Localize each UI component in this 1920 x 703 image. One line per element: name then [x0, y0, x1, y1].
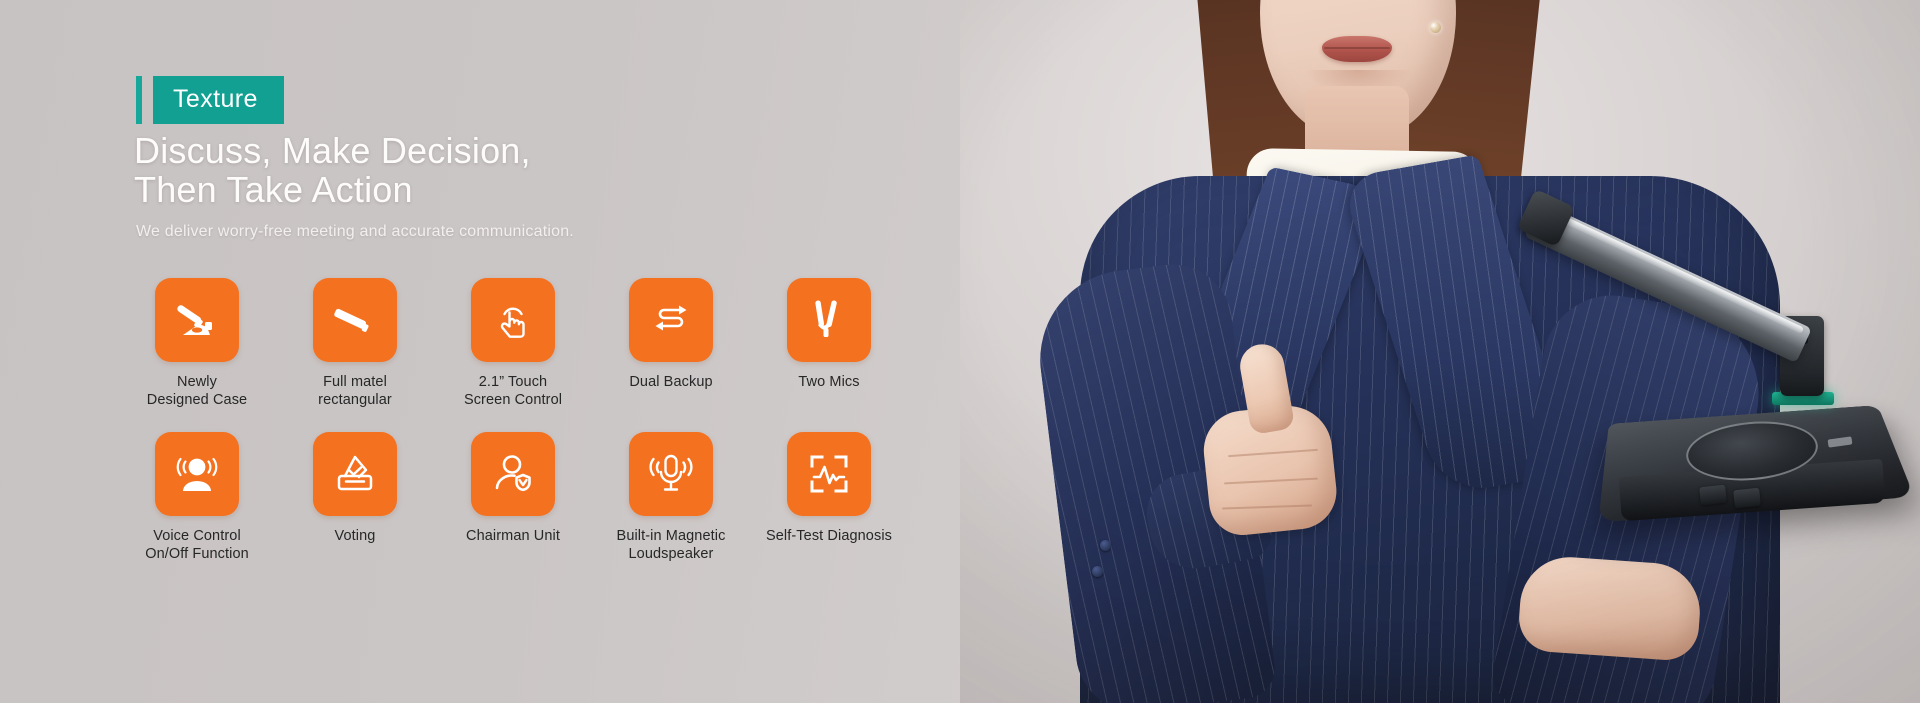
- feature-tile: [629, 431, 713, 516]
- feature-tile: [155, 431, 239, 516]
- texture-badge: Texture: [136, 76, 284, 124]
- feature-label: Voice Control On/Off Function: [145, 527, 249, 562]
- feature-label: 2.1” Touch Screen Control: [463, 374, 563, 408]
- metal-bar-icon: [332, 297, 378, 343]
- microphone-waves-icon: [648, 451, 694, 497]
- feature-row-2: Voice Control On/Off Function Voting Cha…: [118, 431, 948, 564]
- badge-spacer: [142, 76, 153, 124]
- feature-label: Self-Test Diagnosis: [765, 527, 892, 544]
- feature-row-1: Newly Designed Case Full matel rectangul…: [118, 278, 948, 410]
- person-verified-icon: [490, 451, 536, 497]
- banner-content: Texture Discuss, Make Decision, Then Tak…: [0, 0, 1000, 703]
- feature-voting[interactable]: Voting: [276, 431, 434, 564]
- feature-label: Newly Designed Case: [146, 374, 248, 408]
- feature-grid: Newly Designed Case Full matel rectangul…: [118, 278, 948, 564]
- page-title: Discuss, Make Decision, Then Take Action: [134, 130, 531, 211]
- product-photo: [960, 0, 1920, 703]
- feature-tile: [787, 278, 871, 362]
- feature-self-test-diagnosis[interactable]: Self-Test Diagnosis: [750, 431, 908, 564]
- feature-tile: [313, 431, 397, 516]
- badge-box: Texture: [153, 76, 284, 124]
- two-mics-icon: [806, 297, 852, 343]
- feature-tile: [155, 278, 239, 362]
- feature-magnetic-loudspeaker[interactable]: Built-in Magnetic Loudspeaker: [592, 431, 750, 564]
- feature-dual-backup[interactable]: Dual Backup: [592, 278, 750, 410]
- badge-label: Texture: [173, 85, 258, 113]
- dual-arrows-icon: [648, 297, 694, 343]
- feature-label: Dual Backup: [629, 374, 713, 390]
- feature-tile: [787, 431, 871, 516]
- feature-label: Two Mics: [798, 374, 860, 390]
- feature-label: Voting: [334, 527, 376, 544]
- product-feature-banner: Texture Discuss, Make Decision, Then Tak…: [0, 0, 1920, 703]
- photo-vignette: [960, 0, 1920, 703]
- feature-touch-screen-control[interactable]: 2.1” Touch Screen Control: [434, 278, 592, 410]
- feature-tile: [629, 278, 713, 362]
- subtitle: We deliver worry-free meeting and accura…: [136, 223, 574, 240]
- feature-label: Full matel rectangular: [318, 374, 392, 408]
- feature-tile: [471, 431, 555, 516]
- scan-pulse-icon: [806, 451, 852, 497]
- voice-person-icon: [174, 451, 220, 497]
- conference-microphone-icon: [174, 297, 220, 343]
- feature-voice-control[interactable]: Voice Control On/Off Function: [118, 431, 276, 564]
- feature-two-mics[interactable]: Two Mics: [750, 278, 908, 410]
- feature-tile: [471, 278, 555, 362]
- feature-newly-designed-case[interactable]: Newly Designed Case: [118, 278, 276, 410]
- feature-tile: [313, 278, 397, 362]
- feature-full-metal-rectangular[interactable]: Full matel rectangular: [276, 278, 434, 410]
- feature-label: Chairman Unit: [466, 527, 560, 544]
- feature-chairman-unit[interactable]: Chairman Unit: [434, 431, 592, 564]
- feature-label: Built-in Magnetic Loudspeaker: [616, 527, 726, 562]
- touch-hand-icon: [490, 297, 536, 343]
- ballot-box-icon: [332, 451, 378, 497]
- headline-line-2: Then Take Action: [134, 169, 413, 211]
- headline-line-1: Discuss, Make Decision,: [134, 130, 531, 171]
